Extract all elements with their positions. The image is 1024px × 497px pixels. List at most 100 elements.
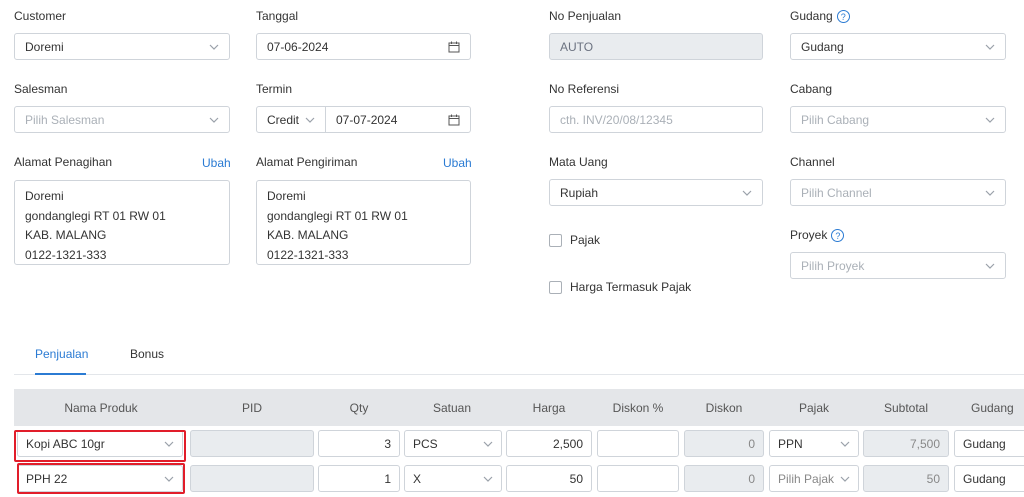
row2-subtotal-value: 50: [926, 471, 940, 486]
proyek-placeholder: Pilih Proyek: [801, 258, 865, 273]
col-harga: Harga: [532, 400, 566, 415]
harga-termasuk-pajak-checkbox[interactable]: Harga Termasuk Pajak: [549, 280, 691, 294]
cabang-label: Cabang: [790, 82, 833, 96]
row2-gudang-select[interactable]: Gudang: [954, 465, 1024, 492]
row1-diskon-pct-input[interactable]: [597, 430, 679, 457]
pajak-checkbox[interactable]: Pajak: [549, 233, 600, 247]
help-icon[interactable]: ?: [831, 229, 845, 243]
row1-harga-input[interactable]: 2,500: [506, 430, 592, 457]
row1-pajak-select[interactable]: PPN: [769, 430, 859, 457]
table-header: Nama Produk PID Qty Satuan Harga Diskon …: [14, 389, 1024, 426]
alamat-penagihan-box: Doremi gondanglegi RT 01 RW 01 KAB. MALA…: [14, 180, 230, 265]
termin-label: Termin: [256, 82, 293, 96]
col-pid: PID: [241, 400, 262, 415]
calendar-icon[interactable]: [448, 41, 460, 53]
alamat-penagihan-label: Alamat Penagihan: [14, 155, 113, 169]
proyek-label: Proyek?: [790, 228, 845, 243]
row2-qty-value: 1: [384, 471, 391, 486]
row1-produk-select[interactable]: Kopi ABC 10gr: [17, 430, 183, 457]
row2-produk-value: PPH 22: [26, 471, 68, 486]
customer-select[interactable]: Doremi: [14, 33, 230, 60]
ubah-pengiriman-link[interactable]: Ubah: [443, 156, 472, 170]
row1-pid: [190, 430, 314, 457]
tab-penjualan[interactable]: Penjualan: [35, 347, 88, 361]
termin-date-value: 07-07-2024: [336, 112, 398, 127]
proyek-label-text: Proyek: [790, 228, 828, 242]
no-penjualan-input: AUTO: [549, 33, 763, 60]
row1-subtotal: 7,500: [863, 430, 949, 457]
gudang-select[interactable]: Gudang: [790, 33, 1006, 60]
termin-type-select[interactable]: Credit: [256, 106, 326, 133]
proyek-select[interactable]: Pilih Proyek: [790, 252, 1006, 279]
row1-diskon: 0: [684, 430, 764, 457]
checkbox-box[interactable]: [549, 233, 562, 247]
tanggal-date-input[interactable]: 07-06-2024: [256, 33, 471, 60]
help-icon[interactable]: ?: [836, 10, 850, 24]
row2-diskon-value: 0: [748, 471, 755, 486]
chevron-down-icon: [483, 439, 493, 449]
customer-value: Doremi: [25, 39, 64, 54]
row2-satuan-value: X: [413, 471, 422, 486]
col-qty: Qty: [349, 400, 369, 415]
tab-active-indicator: [35, 373, 86, 375]
row2-diskon: 0: [684, 465, 764, 492]
ubah-penagihan-link[interactable]: Ubah: [202, 156, 231, 170]
row1-qty-input[interactable]: 3: [318, 430, 400, 457]
gudang-label: Gudang?: [790, 9, 850, 24]
chevron-down-icon: [209, 42, 219, 52]
channel-select[interactable]: Pilih Channel: [790, 179, 1006, 206]
col-diskon-pct: Diskon %: [612, 400, 664, 415]
row1-gudang-value: Gudang: [963, 436, 1006, 451]
row1-diskon-value: 0: [748, 436, 755, 451]
mata-uang-select[interactable]: Rupiah: [549, 179, 763, 206]
no-referensi-label: No Referensi: [549, 82, 620, 96]
row1-pajak-value: PPN: [778, 436, 803, 451]
address-line: gondanglegi RT 01 RW 01: [267, 208, 408, 223]
chevron-down-icon: [840, 474, 850, 484]
col-satuan: Satuan: [432, 400, 472, 415]
row1-satuan-select[interactable]: PCS: [404, 430, 502, 457]
no-penjualan-label: No Penjualan: [549, 9, 622, 23]
salesman-placeholder: Pilih Salesman: [25, 112, 105, 127]
mata-uang-value: Rupiah: [560, 185, 599, 200]
address-line: Doremi: [25, 189, 64, 203]
col-diskon: Diskon: [705, 400, 743, 415]
termin-date-input[interactable]: 07-07-2024: [325, 106, 471, 133]
channel-placeholder: Pilih Channel: [801, 185, 872, 200]
row2-qty-input[interactable]: 1: [318, 465, 400, 492]
cabang-select[interactable]: Pilih Cabang: [790, 106, 1006, 133]
address-line: 0122-1321-333: [25, 247, 107, 262]
row1-gudang-select[interactable]: Gudang: [954, 430, 1024, 457]
row1-satuan-value: PCS: [413, 436, 438, 451]
channel-label: Channel: [790, 155, 835, 169]
customer-label: Customer: [14, 9, 67, 23]
tab-bonus[interactable]: Bonus: [130, 347, 164, 361]
chevron-down-icon: [985, 188, 995, 198]
col-pajak: Pajak: [798, 400, 830, 415]
no-penjualan-value: AUTO: [560, 39, 594, 54]
salesman-select[interactable]: Pilih Salesman: [14, 106, 230, 133]
checkbox-box[interactable]: [549, 280, 562, 294]
address-line: 0122-1321-333: [267, 247, 349, 262]
chevron-down-icon: [985, 42, 995, 52]
mata-uang-label: Mata Uang: [549, 155, 608, 169]
row2-satuan-select[interactable]: X: [404, 465, 502, 492]
termin-type-value: Credit: [267, 112, 300, 127]
no-referensi-placeholder: cth. INV/20/08/12345: [560, 112, 673, 127]
alamat-pengiriman-label: Alamat Pengiriman: [256, 155, 358, 169]
row2-harga-input[interactable]: 50: [506, 465, 592, 492]
row2-produk-select[interactable]: PPH 22: [17, 465, 183, 492]
address-line: Doremi: [267, 189, 306, 203]
row2-pajak-select[interactable]: Pilih Pajak: [769, 465, 859, 492]
address-line: gondanglegi RT 01 RW 01: [25, 208, 166, 223]
calendar-icon[interactable]: [448, 114, 460, 126]
row2-pajak-placeholder: Pilih Pajak: [778, 471, 835, 486]
address-line: KAB. MALANG: [25, 228, 107, 242]
chevron-down-icon: [164, 474, 174, 484]
harga-termasuk-pajak-label: Harga Termasuk Pajak: [570, 280, 692, 294]
row2-diskon-pct-input[interactable]: [597, 465, 679, 492]
chevron-down-icon: [985, 261, 995, 271]
tab-divider: [14, 374, 1024, 375]
address-line: KAB. MALANG: [267, 228, 349, 242]
no-referensi-input[interactable]: cth. INV/20/08/12345: [549, 106, 763, 133]
